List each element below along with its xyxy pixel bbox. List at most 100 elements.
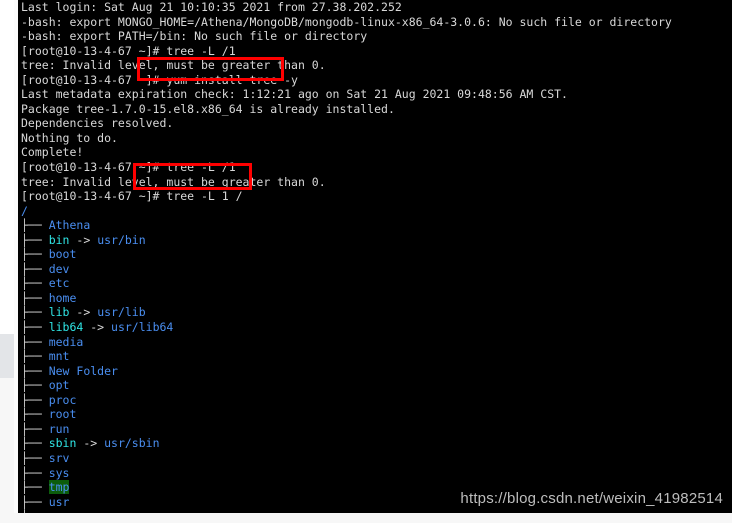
- terminal-line: Last metadata expiration check: 1:12:21 …: [21, 87, 672, 102]
- terminal-line: [root@10-13-4-67 ~]# tree -L 1 /: [21, 189, 672, 204]
- terminal-window[interactable]: Last login: Sat Aug 21 10:10:35 2021 fro…: [18, 0, 732, 513]
- terminal-line-text: tree: Invalid level, must be greater tha…: [21, 58, 326, 73]
- tree-entry: ├── lib -> usr/lib: [21, 305, 672, 320]
- tree-symlink-arrow: ->: [83, 320, 112, 335]
- tree-symlink-target: usr/sbin: [104, 436, 160, 451]
- tree-entry-name: tmp: [48, 480, 70, 495]
- terminal-line: Dependencies resolved.: [21, 116, 672, 131]
- tree-entry: ├── bin -> usr/bin: [21, 233, 672, 248]
- tree-branch-glyph: ├──: [21, 334, 49, 349]
- terminal-line-text: Dependencies resolved.: [21, 116, 174, 131]
- tree-entry: ├── root: [21, 407, 672, 422]
- tree-entry-name: srv: [48, 450, 70, 465]
- tree-entry-name: usr: [48, 494, 70, 509]
- terminal-line: tree: Invalid level, must be greater tha…: [21, 175, 672, 190]
- tree-entry-name: proc: [48, 392, 77, 407]
- terminal-line-text: -bash: export PATH=/bin: No such file or…: [21, 29, 368, 44]
- tree-branch-glyph: ├──: [21, 276, 49, 291]
- tree-branch-glyph: ├──: [21, 450, 49, 465]
- terminal-line-text: [root@10-13-4-67 ~]# yum install tree -y: [21, 72, 298, 87]
- tree-entry-name: home: [48, 290, 77, 305]
- tree-symlink-target: usr/lib64: [111, 320, 174, 335]
- tree-branch-glyph: ├──: [21, 465, 49, 480]
- tree-entry: ├── srv: [21, 451, 672, 466]
- tree-root-label: /: [21, 203, 28, 218]
- tree-branch-glyph: ├──: [21, 247, 49, 262]
- tree-entry-name: Athena: [48, 218, 91, 233]
- terminal-line-text: [root@10-13-4-67 ~]# tree -L /1: [21, 43, 236, 58]
- tree-entry: ├── sys: [21, 466, 672, 481]
- terminal-output: Last login: Sat Aug 21 10:10:35 2021 fro…: [21, 0, 672, 513]
- terminal-line-text: Last metadata expiration check: 1:12:21 …: [21, 87, 568, 102]
- tree-branch-glyph: ├──: [21, 421, 49, 436]
- tree-entry-name: root: [48, 407, 77, 422]
- tree-entry-name: sbin: [48, 436, 77, 451]
- tree-entry-name: opt: [48, 378, 70, 393]
- terminal-line: Complete!: [21, 145, 672, 160]
- terminal-line: [root@10-13-4-67 ~]# yum install tree -y: [21, 73, 672, 88]
- tree-branch-glyph: ├──: [21, 349, 49, 364]
- tree-entry: ├── media: [21, 335, 672, 350]
- tree-branch-glyph: ├──: [21, 290, 49, 305]
- watermark-url: https://blog.csdn.net/weixin_41982514: [460, 490, 723, 507]
- terminal-line-text: [root@10-13-4-67 ~]# tree -L 1 /: [21, 189, 243, 204]
- page-bottom-strip: [0, 513, 732, 523]
- terminal-line-text: Nothing to do.: [21, 130, 118, 145]
- tree-entry: ├── opt: [21, 378, 672, 393]
- terminal-line-text: Last login: Sat Aug 21 10:10:35 2021 fro…: [21, 0, 402, 14]
- terminal-line: Nothing to do.: [21, 131, 672, 146]
- tree-symlink-arrow: ->: [76, 436, 105, 451]
- tree-branch-glyph: ├──: [21, 436, 49, 451]
- tree-entry: ├── lib64 -> usr/lib64: [21, 320, 672, 335]
- vertical-scrollbar-track[interactable]: [0, 334, 14, 378]
- tree-entry: ├── dev: [21, 262, 672, 277]
- tree-branch-glyph: ├──: [21, 261, 49, 276]
- tree-entry: ├── sbin -> usr/sbin: [21, 436, 672, 451]
- tree-root-line: /: [21, 204, 672, 219]
- terminal-line: [root@10-13-4-67 ~]# tree -L /1: [21, 44, 672, 59]
- tree-branch-glyph: ├──: [21, 232, 49, 247]
- terminal-line-text: -bash: export MONGO_HOME=/Athena/MongoDB…: [21, 14, 672, 29]
- tree-entry-name: New Folder: [48, 363, 118, 378]
- tree-entry-name: media: [48, 334, 84, 349]
- terminal-line: Last login: Sat Aug 21 10:10:35 2021 fro…: [21, 0, 672, 15]
- tree-branch-glyph: ├──: [21, 392, 49, 407]
- tree-symlink-target: usr/lib: [97, 305, 146, 320]
- terminal-line: tree: Invalid level, must be greater tha…: [21, 58, 672, 73]
- tree-entry: ├── home: [21, 291, 672, 306]
- tree-branch-glyph: ├──: [21, 407, 49, 422]
- tree-entry: ├── run: [21, 422, 672, 437]
- tree-branch-glyph: ├──: [21, 378, 49, 393]
- tree-branch-glyph: ├──: [21, 218, 49, 233]
- terminal-line-text: Package tree-1.7.0-15.el8.x86_64 is alre…: [21, 101, 395, 116]
- tree-branch-glyph: ├──: [21, 480, 49, 495]
- tree-branch-glyph: ├──: [21, 363, 49, 378]
- tree-entry: ├── Athena: [21, 218, 672, 233]
- terminal-line: Package tree-1.7.0-15.el8.x86_64 is alre…: [21, 102, 672, 117]
- tree-entry-name: run: [48, 421, 70, 436]
- terminal-line-text: [root@10-13-4-67 ~]# tree -L /1: [21, 160, 236, 175]
- screenshot-root: Last login: Sat Aug 21 10:10:35 2021 fro…: [0, 0, 732, 523]
- tree-entry: ├── etc: [21, 276, 672, 291]
- tree-symlink-target: usr/bin: [97, 232, 146, 247]
- tree-entry-name: dev: [48, 261, 70, 276]
- terminal-line: -bash: export MONGO_HOME=/Athena/MongoDB…: [21, 15, 672, 30]
- tree-entry-name: lib: [48, 305, 70, 320]
- tree-entry-name: boot: [48, 247, 77, 262]
- tree-entry-name: sys: [48, 465, 70, 480]
- tree-entry-name: mnt: [48, 349, 70, 364]
- tree-symlink-arrow: ->: [69, 232, 98, 247]
- terminal-line: -bash: export PATH=/bin: No such file or…: [21, 29, 672, 44]
- tree-entry-name: etc: [48, 276, 70, 291]
- tree-entry: ├── boot: [21, 247, 672, 262]
- tree-branch-glyph: ├──: [21, 305, 49, 320]
- tree-entry-name: bin: [48, 232, 70, 247]
- terminal-line-text: tree: Invalid level, must be greater tha…: [21, 174, 326, 189]
- tree-entry: ├── mnt: [21, 349, 672, 364]
- tree-entry: ├── proc: [21, 393, 672, 408]
- terminal-line-text: Complete!: [21, 145, 84, 160]
- tree-entry-name: lib64: [48, 320, 84, 335]
- tree-branch-glyph: ├──: [21, 494, 49, 509]
- tree-symlink-arrow: ->: [69, 305, 98, 320]
- tree-entry: ├── New Folder: [21, 364, 672, 379]
